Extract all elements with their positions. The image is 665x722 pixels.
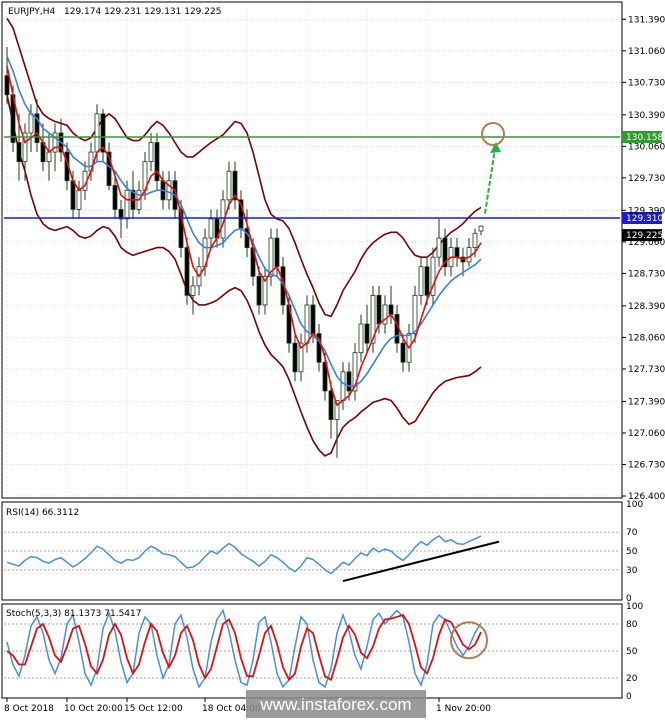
rsi-series: [4, 531, 620, 583]
candle-body: [310, 304, 316, 334]
candle-body: [304, 304, 310, 344]
ohlc-values: 129.174 129.231 129.131 129.225: [64, 7, 221, 17]
forecast-arrow: [484, 148, 496, 214]
candle-body: [292, 342, 298, 373]
candle-body: [412, 294, 418, 334]
candle-body: [46, 151, 52, 163]
candle-body: [124, 189, 130, 220]
candle-body: [424, 266, 430, 296]
candle-body: [346, 371, 352, 392]
rsi-tick-label: 70: [626, 528, 638, 538]
stoch-series: [4, 608, 620, 689]
stoch-tick-label: 80: [626, 620, 638, 630]
bollinger-bands: [6, 17, 482, 457]
stoch-label: Stoch(5,3,3) 81.1373 71.5417: [6, 609, 141, 619]
chart-title: EURJPY,H4: [8, 7, 56, 17]
candle-body: [472, 232, 478, 249]
bb-upper-line: [6, 17, 482, 318]
candle-body: [328, 390, 334, 420]
rsi-trendline: [342, 540, 500, 583]
candle-body: [364, 323, 370, 344]
stoch-k-line: [6, 608, 482, 689]
candle-body: [112, 185, 118, 210]
candle-body: [466, 247, 472, 263]
stoch-tick-label: 20: [626, 674, 638, 684]
y-tick-label: 131.060: [628, 47, 665, 57]
chart-canvas: 130.158129.310129.225 131.390131.060130.…: [1, 1, 665, 718]
grid: [4, 4, 620, 497]
y-tick-label: 131.390: [628, 15, 665, 25]
y-tick-label: 127.730: [628, 365, 665, 375]
rsi-line: [6, 535, 482, 575]
candle-body: [478, 225, 484, 232]
stoch-tick-label: 50: [626, 647, 638, 657]
y-tick-label: 130.060: [628, 142, 665, 152]
candle-body: [148, 142, 154, 163]
candle-body: [340, 371, 346, 401]
rsi-tick-label: 50: [626, 547, 638, 557]
candle-body: [190, 285, 196, 296]
watermark: www.instaforex.com: [259, 695, 411, 714]
stoch-tick-label: 0: [626, 692, 632, 702]
x-tick-label: 15 Oct 12:00: [124, 704, 183, 714]
candle-body: [376, 294, 382, 325]
candle-body: [28, 113, 34, 134]
candle-body: [454, 247, 460, 258]
candles: [4, 46, 484, 458]
candle-body: [154, 142, 160, 182]
candle-body: [70, 180, 76, 210]
candle-body: [226, 170, 232, 201]
candle-body: [76, 189, 82, 210]
y-tick-label: 128.390: [628, 302, 665, 312]
stoch-highlight-circle: [450, 621, 488, 660]
candle-body: [256, 275, 262, 306]
y-tick-label: 127.390: [628, 397, 665, 407]
y-tick-label: 129.730: [628, 174, 665, 184]
candle-body: [184, 247, 190, 296]
candle-body: [400, 342, 406, 363]
rsi-tick-label: 30: [626, 566, 638, 576]
candle-body: [208, 218, 214, 239]
candle-body: [16, 142, 22, 163]
x-tick-label: 8 Oct 2018: [4, 704, 54, 714]
x-tick-label: 1 Nov 20:00: [436, 704, 491, 714]
y-tick-label: 128.060: [628, 333, 665, 343]
x-tick-label: 10 Oct 20:00: [64, 704, 123, 714]
y-tick-label: 129.060: [628, 238, 665, 248]
candle-body: [94, 113, 100, 153]
stoch-tick-label: 100: [626, 602, 643, 612]
main-panel-frame: [1, 1, 623, 499]
rsi-tick-label: 100: [626, 500, 643, 510]
candle-body: [4, 75, 10, 96]
rsi-label: RSI(14) 66.3112: [6, 508, 79, 518]
candle-body: [388, 304, 394, 315]
y-tick-label: 127.060: [628, 429, 665, 439]
candle-body: [358, 323, 364, 354]
y-tick-label: 130.730: [628, 78, 665, 88]
y-tick-label: 129.390: [628, 206, 665, 216]
candle-body: [418, 266, 424, 296]
candle-body: [436, 237, 442, 258]
chart: 130.158 129.310 129.225 131.390 131.060 130.…: [0, 0, 665, 718]
candle-body: [274, 237, 280, 268]
target-circle: [481, 121, 505, 146]
y-tick-label: 126.730: [628, 460, 665, 470]
y-tick-label: 128.730: [628, 269, 665, 279]
y-tick-label: 130.390: [628, 111, 665, 121]
